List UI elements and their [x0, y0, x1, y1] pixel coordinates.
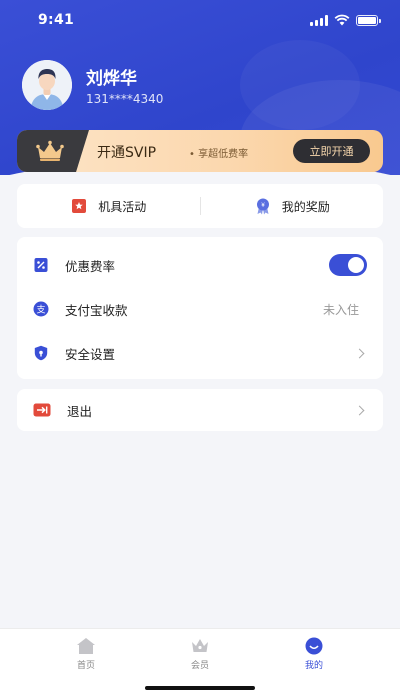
- wifi-icon: [334, 14, 350, 26]
- quick-actions-card: 机具活动 ¥ 我的奖励: [17, 184, 383, 228]
- cellular-signal-icon: [310, 14, 328, 26]
- my-rewards-button[interactable]: ¥ 我的奖励: [201, 184, 384, 228]
- chevron-right-icon: [354, 405, 365, 415]
- preferential-rate-toggle[interactable]: [329, 254, 367, 276]
- percent-coupon-icon: [34, 258, 48, 272]
- tab-member[interactable]: 会员: [170, 637, 230, 671]
- logout-card: 退出: [17, 389, 383, 431]
- svip-title: 开通SVIP: [97, 145, 157, 161]
- exit-arrow-icon: [33, 403, 51, 417]
- tab-home-label: 首页: [76, 661, 95, 671]
- avatar[interactable]: [22, 60, 72, 110]
- status-bar: 9:41: [0, 0, 400, 40]
- red-bookmark-star-icon: [72, 199, 87, 213]
- tab-home[interactable]: 首页: [56, 637, 116, 671]
- status-icons: [310, 14, 381, 26]
- award-ribbon-icon: ¥: [256, 198, 269, 215]
- crown-icon: [36, 140, 64, 161]
- shield-icon: [34, 345, 48, 361]
- alipay-label: 支付宝收款: [65, 302, 128, 318]
- battery-icon: [356, 14, 381, 26]
- security-settings-label: 安全设置: [65, 346, 116, 362]
- header-decoration: [240, 40, 360, 130]
- settings-menu-card: 优惠费率 支 支付宝收款 未入住 安全设置: [17, 237, 383, 379]
- logout-label: 退出: [67, 403, 93, 419]
- smile-icon: [305, 637, 323, 655]
- open-svip-button[interactable]: 立即开通: [293, 139, 370, 163]
- machine-activity-label: 机具活动: [98, 199, 147, 214]
- svg-text:支: 支: [36, 304, 45, 316]
- menu-item-security[interactable]: 安全设置: [17, 331, 383, 375]
- user-phone: 131****4340: [86, 92, 164, 106]
- chevron-right-icon: [354, 348, 365, 358]
- alipay-icon: 支: [33, 301, 49, 317]
- tab-mine[interactable]: 我的: [284, 637, 344, 671]
- machine-activity-button[interactable]: 机具活动: [17, 184, 200, 228]
- svip-subtitle: • 享超低费率: [189, 149, 249, 160]
- alipay-status: 未入住: [322, 302, 359, 317]
- crown-icon: [192, 639, 208, 652]
- home-icon: [77, 638, 95, 654]
- menu-item-preferential-rate[interactable]: 优惠费率: [17, 243, 383, 287]
- preferential-rate-label: 优惠费率: [65, 258, 116, 274]
- menu-item-alipay[interactable]: 支 支付宝收款 未入住: [17, 287, 383, 331]
- user-avatar-icon: [22, 60, 72, 110]
- tab-member-label: 会员: [190, 661, 209, 671]
- tab-mine-label: 我的: [304, 661, 323, 671]
- user-name: 刘烨华: [86, 69, 137, 89]
- svip-banner[interactable]: 开通SVIP • 享超低费率 立即开通: [17, 130, 383, 172]
- menu-item-logout[interactable]: 退出: [17, 388, 383, 432]
- home-indicator: [145, 686, 255, 690]
- status-time: 9:41: [38, 12, 75, 28]
- my-rewards-label: 我的奖励: [281, 199, 330, 214]
